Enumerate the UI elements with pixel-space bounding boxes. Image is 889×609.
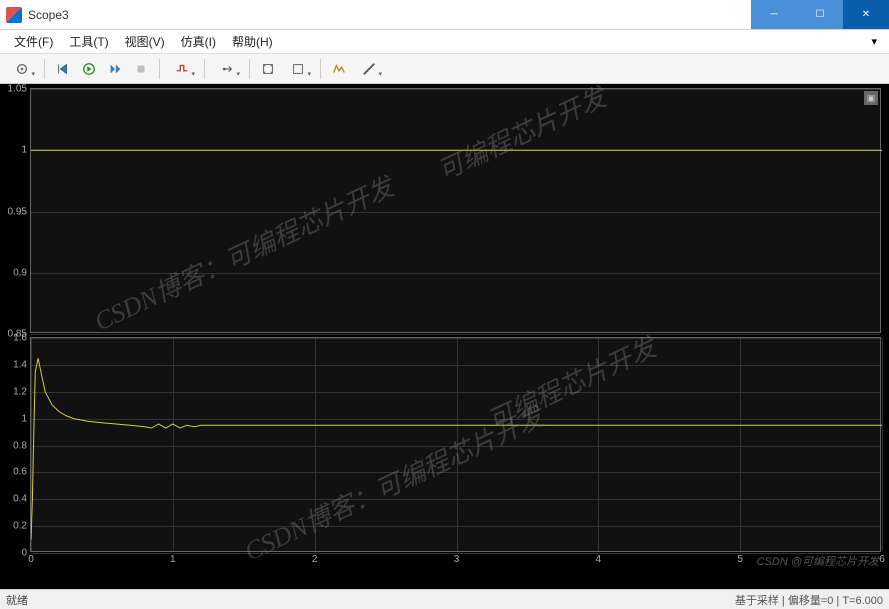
- menu-file[interactable]: 文件(F): [6, 31, 61, 52]
- y-tick: 0: [21, 548, 27, 559]
- x-tick: 2: [312, 554, 318, 565]
- signal-button[interactable]: [327, 57, 351, 81]
- y-tick: 0.95: [8, 206, 27, 217]
- y-tick: 1: [21, 413, 27, 424]
- footer-credit: CSDN @可编程芯片开发: [757, 553, 879, 569]
- menu-simulation[interactable]: 仿真(I): [173, 31, 224, 52]
- maximize-button[interactable]: ☐: [797, 0, 843, 29]
- y-tick: 1: [21, 145, 27, 156]
- menu-view[interactable]: 视图(V): [117, 31, 173, 52]
- toolbar: [0, 54, 889, 84]
- y-tick: 1.4: [13, 359, 27, 370]
- menu-tools[interactable]: 工具(T): [61, 31, 116, 52]
- menu-help[interactable]: 帮助(H): [224, 31, 281, 52]
- y-tick: 0.6: [13, 467, 27, 478]
- step-button[interactable]: [103, 57, 127, 81]
- x-tick: 3: [454, 554, 460, 565]
- separator: [204, 59, 205, 79]
- menu-quick-access[interactable]: ▾: [865, 35, 883, 48]
- separator: [44, 59, 45, 79]
- y-tick: 1.6: [13, 333, 27, 344]
- x-tick: 0: [28, 554, 34, 565]
- config-button[interactable]: [6, 57, 38, 81]
- statusbar: 就绪 基于采样 | 偏移量=0 | T=6.000: [0, 589, 889, 609]
- minimize-button[interactable]: ─: [751, 0, 797, 29]
- close-button[interactable]: ✕: [843, 0, 889, 29]
- status-ready: 就绪: [6, 592, 735, 608]
- axes-top[interactable]: ▣ 0.850.90.9511.05: [30, 88, 881, 333]
- y-tick: 0.2: [13, 521, 27, 532]
- separator: [159, 59, 160, 79]
- zoom-fit-button[interactable]: [256, 57, 280, 81]
- trigger-button[interactable]: [166, 57, 198, 81]
- y-tick: 1.2: [13, 386, 27, 397]
- cursor-button[interactable]: [211, 57, 243, 81]
- y-tick: 0.8: [13, 440, 27, 451]
- axes-bottom[interactable]: 00.20.40.60.811.21.41.60123456: [30, 337, 881, 552]
- menubar: 文件(F) 工具(T) 视图(V) 仿真(I) 帮助(H) ▾: [0, 30, 889, 54]
- x-tick: 4: [596, 554, 602, 565]
- run-button[interactable]: [77, 57, 101, 81]
- separator: [249, 59, 250, 79]
- window-controls: ─ ☐ ✕: [751, 0, 889, 29]
- stop-button[interactable]: [129, 57, 153, 81]
- x-tick: 1: [170, 554, 176, 565]
- status-time: 基于采样 | 偏移量=0 | T=6.000: [735, 592, 883, 608]
- y-tick: 0.9: [13, 267, 27, 278]
- x-tick: 5: [737, 554, 743, 565]
- y-tick: 0.4: [13, 494, 27, 505]
- x-tick: 6: [879, 554, 885, 565]
- rewind-button[interactable]: [51, 57, 75, 81]
- window-title: Scope3: [28, 8, 751, 22]
- measure-button[interactable]: [353, 57, 385, 81]
- separator: [320, 59, 321, 79]
- titlebar: Scope3 ─ ☐ ✕: [0, 0, 889, 30]
- plot-area: ▣ 0.850.90.9511.05 00.20.40.60.811.21.41…: [0, 84, 889, 589]
- zoom-button[interactable]: [282, 57, 314, 81]
- y-tick: 1.05: [8, 84, 27, 95]
- app-icon: [6, 7, 22, 23]
